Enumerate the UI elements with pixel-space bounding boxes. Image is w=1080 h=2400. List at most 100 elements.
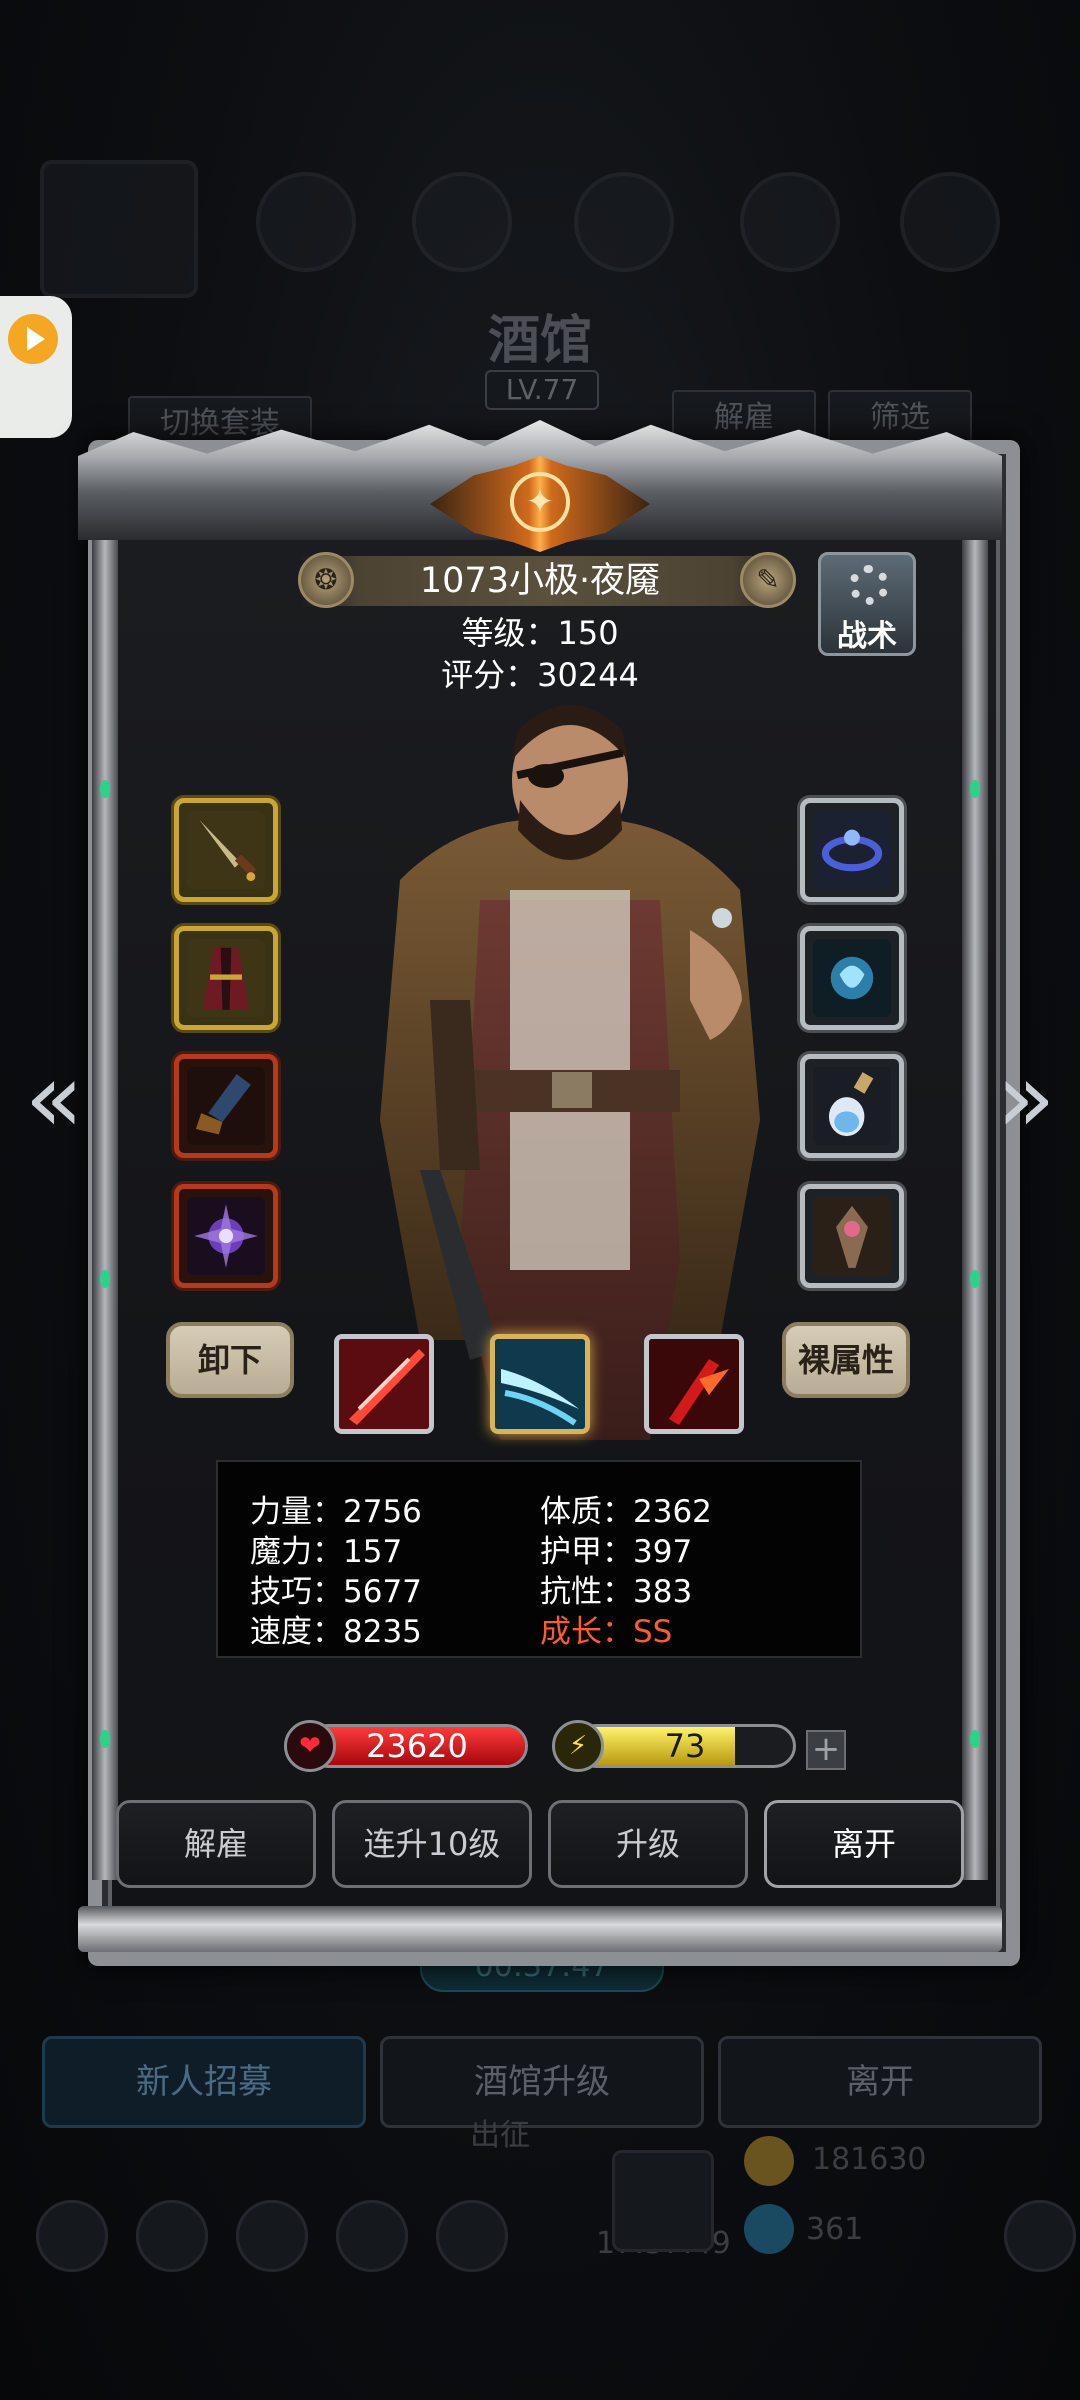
robe-icon	[187, 939, 265, 1017]
growth-value: SS	[633, 1614, 673, 1650]
rename-button[interactable]: ✎	[740, 552, 796, 608]
ring-slot[interactable]	[800, 798, 904, 902]
ring-icon	[813, 811, 891, 889]
heart-icon: ❤	[284, 1720, 336, 1772]
strength-value: 2756	[343, 1494, 422, 1530]
fire-strike-icon	[649, 1339, 739, 1429]
potion-slot[interactable]	[800, 1054, 904, 1158]
hero-score: 评分：30244	[400, 650, 680, 696]
gold-amount: 181630	[812, 2142, 927, 2177]
skill-slot-2[interactable]	[490, 1334, 590, 1434]
add-energy-button[interactable]: +	[806, 1730, 846, 1770]
upgrade-tavern-button[interactable]: 酒馆升级	[380, 2036, 704, 2128]
previous-hero-arrow-icon[interactable]: «	[14, 1048, 94, 1148]
floating-video-button[interactable]	[0, 296, 72, 438]
growth-label: 成长：	[540, 1614, 633, 1650]
leave-button[interactable]: 离开	[764, 1800, 964, 1888]
tactics-label: 战术	[837, 619, 897, 654]
skill-slot-3[interactable]	[644, 1334, 744, 1434]
resistance-stat: 抗性：383	[540, 1566, 692, 1611]
nav-icon-right[interactable]	[1004, 2200, 1076, 2272]
sun-emblem-icon: ✦	[510, 472, 570, 532]
magic-label: 魔力：	[250, 1534, 343, 1570]
score-value: 30244	[537, 656, 639, 694]
frame-bottom-ornament	[78, 1906, 1002, 1952]
nav-icon-1[interactable]	[36, 2200, 108, 2272]
bg-leave-button[interactable]: 离开	[718, 2036, 1042, 2128]
amulet-slot[interactable]	[800, 926, 904, 1030]
resistance-label: 抗性：	[540, 1574, 633, 1610]
constitution-stat: 体质：2362	[540, 1486, 712, 1531]
bg-menu-icon-5	[740, 172, 840, 272]
nav-icon-5[interactable]	[436, 2200, 508, 2272]
bg-menu-icon-3	[412, 172, 512, 272]
hero-name: 1073小极·夜魇	[419, 561, 661, 601]
base-attributes-button[interactable]: 裸属性	[782, 1322, 910, 1398]
frame-left-pillar	[92, 520, 118, 1880]
speed-value: 8235	[343, 1614, 422, 1650]
level-up-10-button[interactable]: 连升10级	[332, 1800, 532, 1888]
growth-stat: 成长：SS	[540, 1606, 672, 1651]
amulet-icon	[813, 939, 891, 1017]
constitution-label: 体质：	[540, 1494, 633, 1530]
accessory-slot[interactable]	[174, 1184, 278, 1288]
armor-slot[interactable]	[174, 926, 278, 1030]
magic-value: 157	[343, 1534, 403, 1570]
next-hero-arrow-icon[interactable]: »	[986, 1048, 1066, 1148]
skill-slot-1[interactable]	[334, 1334, 434, 1434]
nav-icon-3[interactable]	[236, 2200, 308, 2272]
dagger-icon	[187, 811, 265, 889]
play-icon	[8, 314, 58, 364]
hp-value: 23620	[366, 1727, 468, 1765]
boots-icon	[187, 1067, 265, 1145]
bg-menu-icon-2	[256, 172, 356, 272]
gem-ornament-icon	[100, 780, 110, 798]
tactics-button[interactable]: 战术	[818, 552, 916, 656]
level-label: 等级：	[461, 614, 558, 652]
skill-label: 技巧：	[250, 1574, 343, 1610]
weapon-slot[interactable]	[174, 798, 278, 902]
strength-label: 力量：	[250, 1494, 343, 1530]
bg-menu-icon-6	[900, 172, 1000, 272]
ice-blade-icon	[495, 1339, 585, 1429]
magic-stat: 魔力：157	[250, 1526, 402, 1571]
upgrade-button[interactable]: 升级	[548, 1800, 748, 1888]
nav-icon-2[interactable]	[136, 2200, 208, 2272]
energy-value: 73	[664, 1727, 706, 1765]
gold-coin-icon	[744, 2136, 794, 2186]
bg-menu-icon-1	[40, 160, 198, 298]
hero-level: 等级：150	[400, 608, 680, 654]
charm-icon	[813, 1197, 891, 1275]
lightning-icon: ⚡	[552, 1720, 604, 1772]
recruit-button[interactable]: 新人招募	[42, 2036, 366, 2128]
gift-icon[interactable]	[612, 2150, 714, 2252]
potion-icon	[813, 1067, 891, 1145]
unequip-button[interactable]: 卸下	[166, 1322, 294, 1398]
bg-menu-icon-4	[574, 172, 674, 272]
medal-icon: ❂	[314, 563, 338, 596]
attributes-panel: 力量：2756 魔力：157 技巧：5677 速度：8235 体质：2362 护…	[216, 1460, 862, 1658]
gem-ornament-icon	[970, 1730, 980, 1748]
charm-slot[interactable]	[800, 1184, 904, 1288]
tavern-level: LV.77	[485, 370, 599, 410]
dismiss-button[interactable]: 解雇	[116, 1800, 316, 1888]
boots-slot[interactable]	[174, 1054, 278, 1158]
nav-icon-4[interactable]	[336, 2200, 408, 2272]
gear-icon	[849, 565, 889, 605]
speed-label: 速度：	[250, 1614, 343, 1650]
constitution-value: 2362	[633, 1494, 712, 1530]
edit-pencil-icon: ✎	[756, 563, 780, 596]
armor-label: 护甲：	[540, 1534, 633, 1570]
frame-right-pillar	[962, 520, 988, 1880]
expedition-label: 出征	[470, 2118, 530, 2153]
tavern-title: 酒馆	[487, 310, 592, 371]
resistance-value: 383	[633, 1574, 693, 1610]
skill-value: 5677	[343, 1574, 422, 1610]
speed-stat: 速度：8235	[250, 1606, 422, 1651]
gem-ornament-icon	[100, 1730, 110, 1748]
shadow-orb-icon	[187, 1197, 265, 1275]
armor-value: 397	[633, 1534, 693, 1570]
red-slash-icon	[339, 1339, 429, 1429]
energy-bar: 73	[574, 1724, 796, 1768]
gem-ornament-icon	[970, 1270, 980, 1288]
